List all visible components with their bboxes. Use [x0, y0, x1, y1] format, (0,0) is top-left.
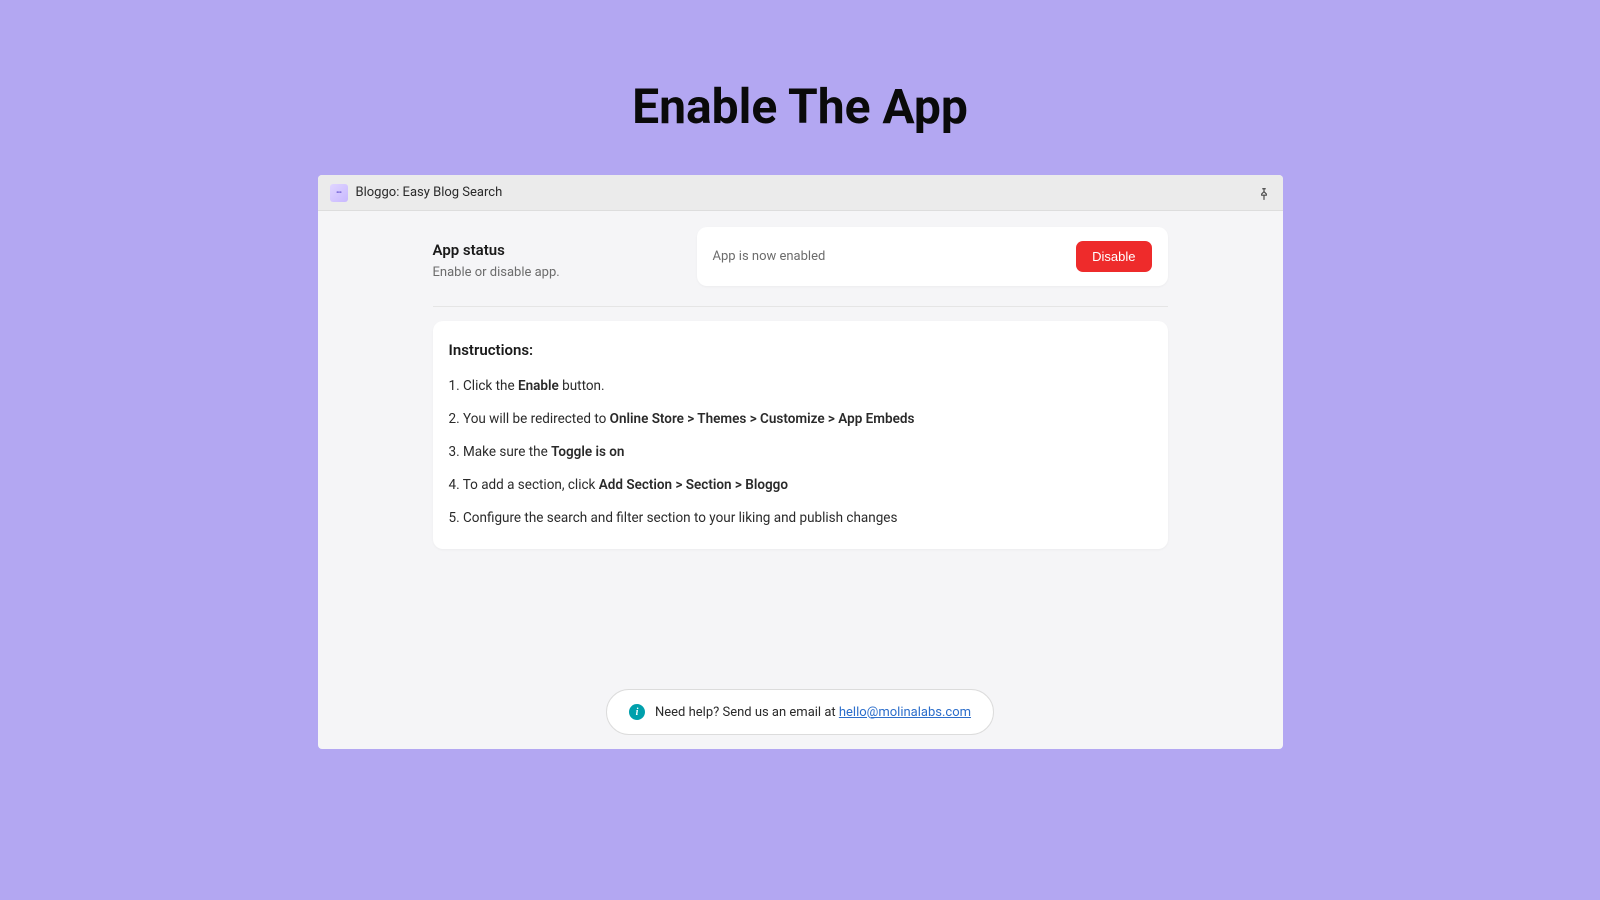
page-title: Enable The App — [0, 0, 1600, 175]
instruction-item: 5. Configure the search and filter secti… — [449, 509, 1152, 528]
instruction-item: 3. Make sure the Toggle is on — [449, 443, 1152, 462]
instructions-title: Instructions: — [449, 341, 1152, 359]
status-section: App status Enable or disable app. App is… — [433, 227, 1168, 307]
help-email-link[interactable]: hello@molinalabs.com — [839, 705, 971, 720]
main-content: App status Enable or disable app. App is… — [318, 211, 1283, 549]
help-pill: i Need help? Send us an email at hello@m… — [606, 689, 994, 735]
status-message: App is now enabled — [713, 249, 826, 264]
status-section-subtitle: Enable or disable app. — [433, 265, 697, 280]
app-panel: Bloggo: Easy Blog Search App status Enab… — [318, 175, 1283, 749]
pin-icon[interactable] — [1257, 186, 1271, 200]
status-section-title: App status — [433, 241, 697, 259]
disable-button[interactable]: Disable — [1076, 241, 1151, 272]
instruction-item: 1. Click the Enable button. — [449, 377, 1152, 396]
top-bar: Bloggo: Easy Blog Search — [318, 175, 1283, 211]
status-card: App is now enabled Disable — [697, 227, 1168, 286]
instructions-list: 1. Click the Enable button. 2. You will … — [449, 377, 1152, 527]
app-name-label: Bloggo: Easy Blog Search — [356, 185, 503, 200]
help-text: Need help? Send us an email at hello@mol… — [655, 705, 971, 720]
info-icon: i — [629, 704, 645, 720]
instructions-card: Instructions: 1. Click the Enable button… — [433, 321, 1168, 549]
app-logo-icon — [330, 184, 348, 202]
instruction-item: 2. You will be redirected to Online Stor… — [449, 410, 1152, 429]
instruction-item: 4. To add a section, click Add Section >… — [449, 476, 1152, 495]
status-description: App status Enable or disable app. — [433, 227, 697, 280]
